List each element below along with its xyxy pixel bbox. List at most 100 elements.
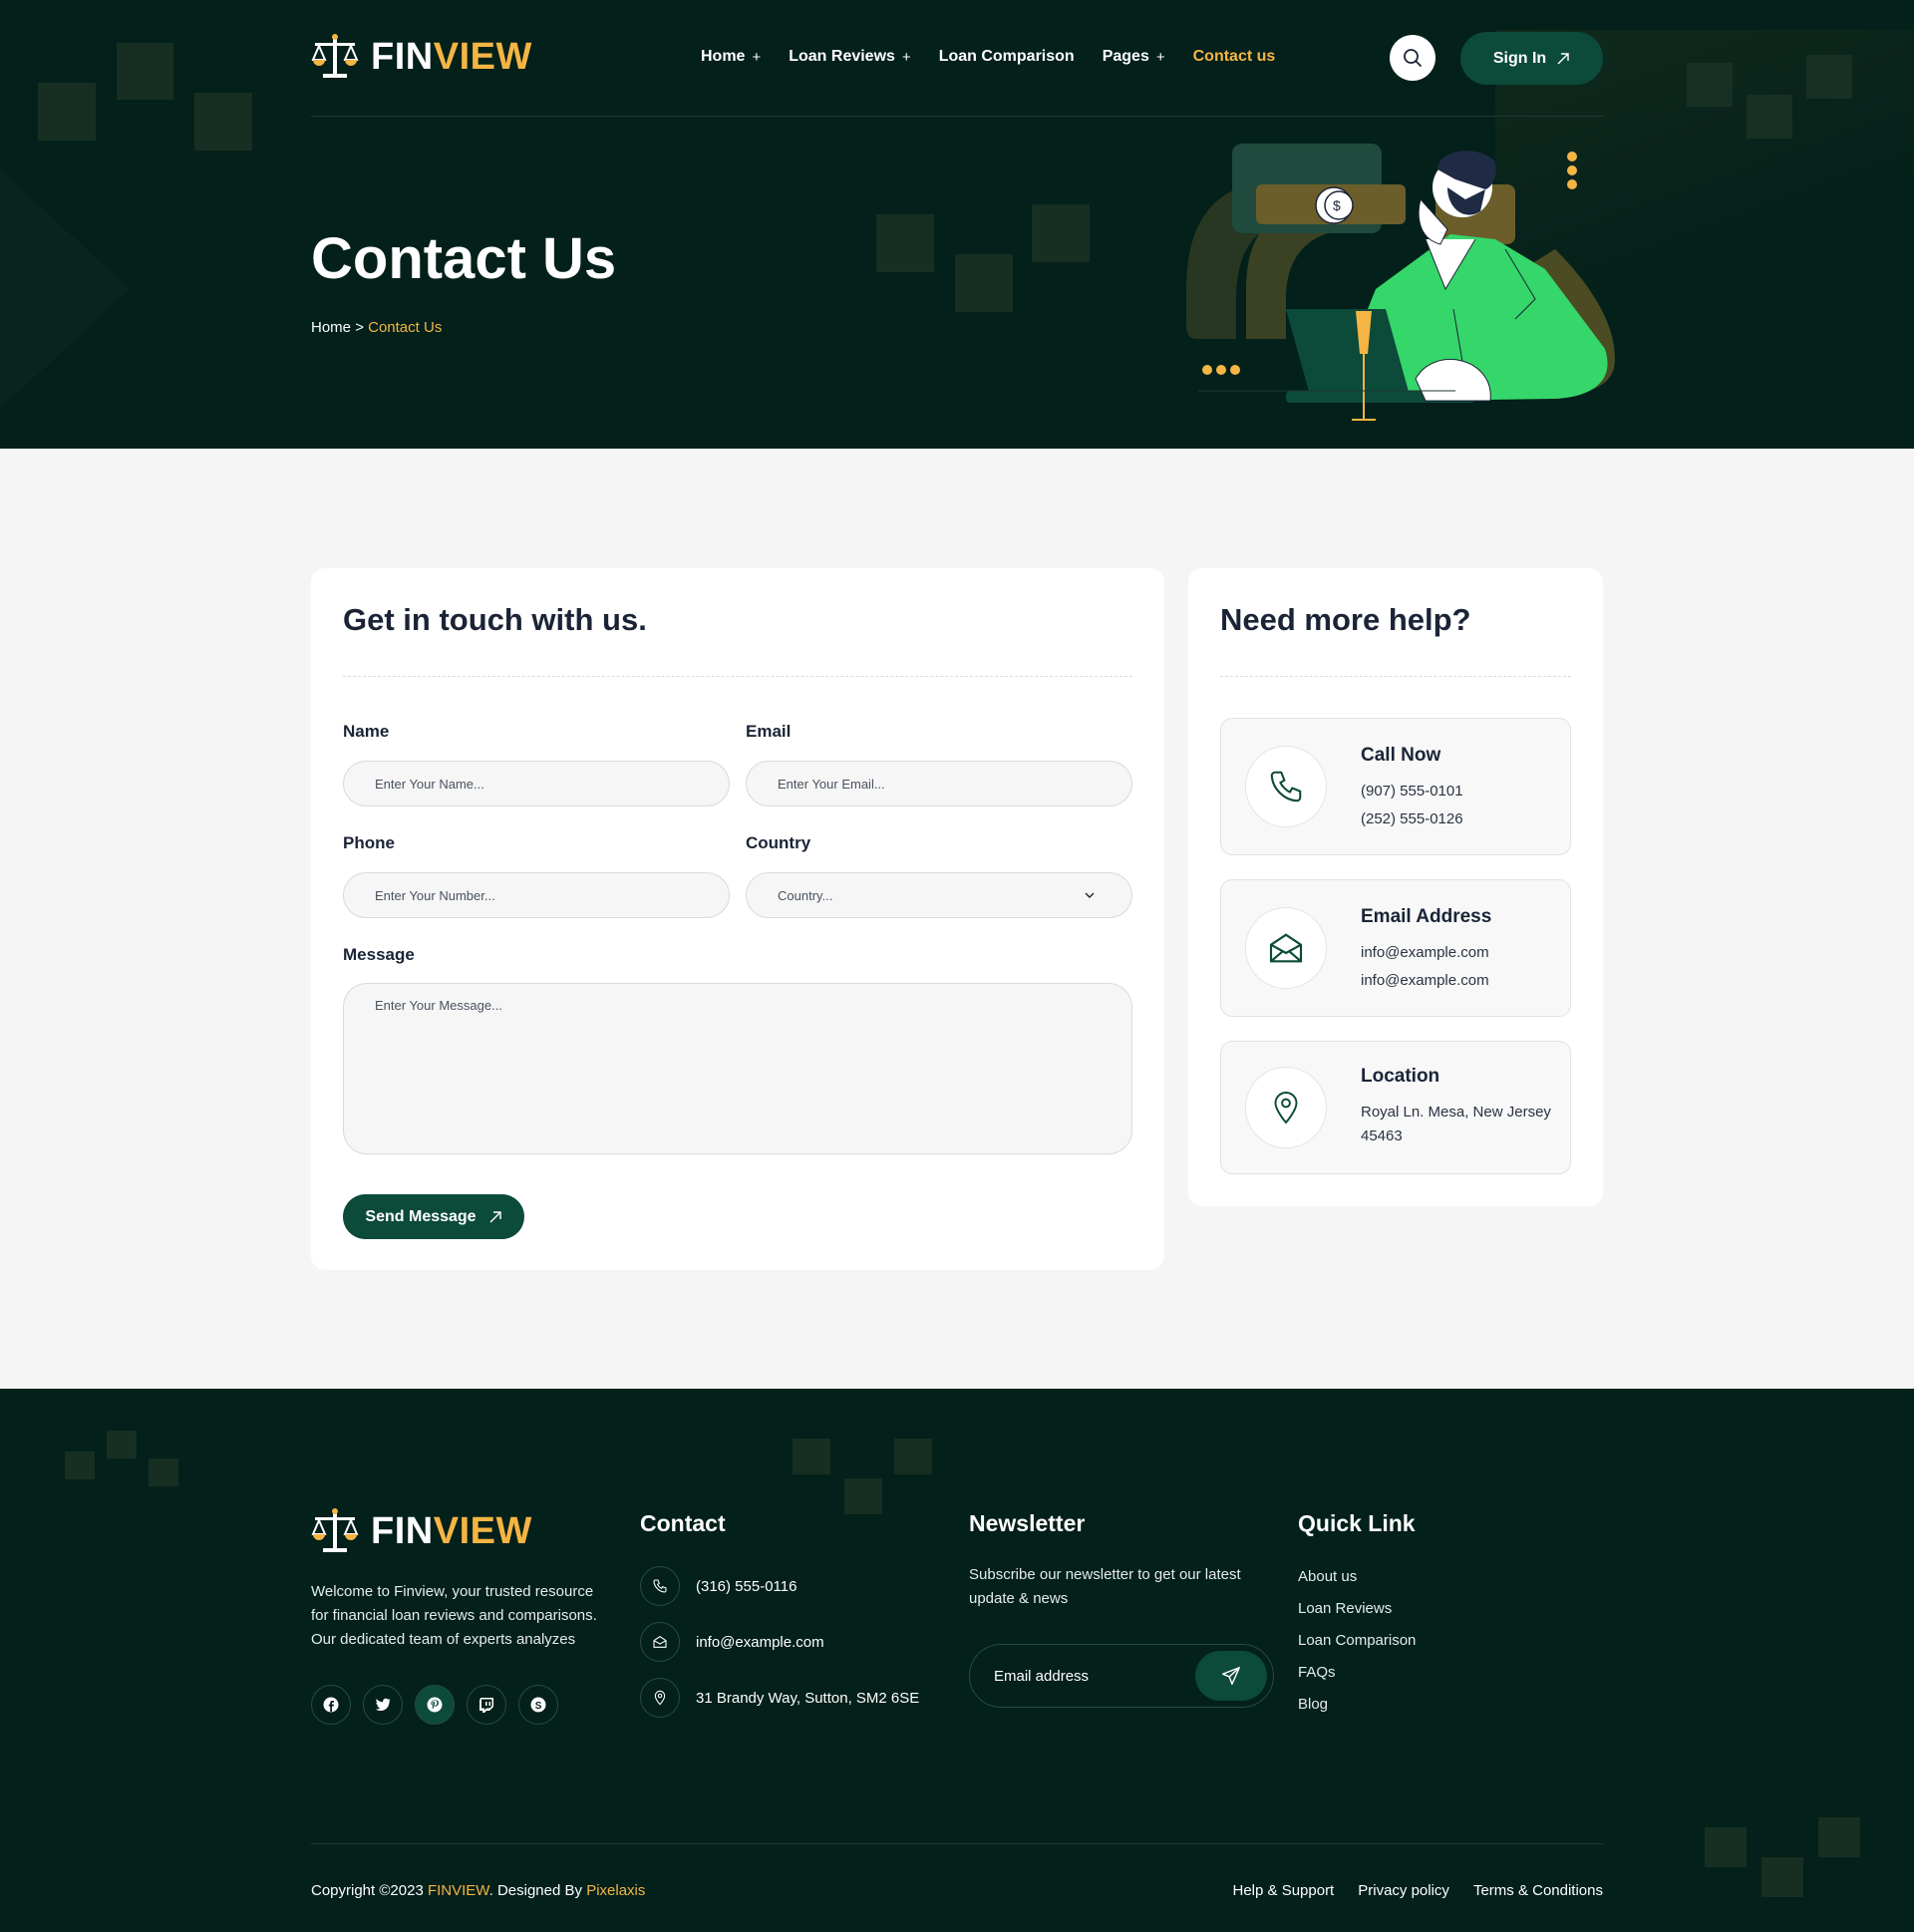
nav-item-pages[interactable]: Pages + <box>1103 48 1165 66</box>
message-textarea[interactable]: Enter Your Message... <box>343 983 1132 1154</box>
pinterest-button[interactable] <box>415 1685 455 1725</box>
decor-square <box>194 93 252 151</box>
nav-item-contact-us[interactable]: Contact us <box>1193 48 1276 66</box>
decor-square <box>149 1458 178 1486</box>
pinterest-icon <box>427 1697 443 1713</box>
twitch-icon <box>479 1698 493 1713</box>
decor-square <box>1761 1857 1803 1897</box>
map-pin-icon <box>1274 1092 1298 1125</box>
footer-contact-title: Contact <box>640 1510 726 1536</box>
email-line-2[interactable]: info@example.com <box>1361 972 1489 989</box>
logo-text: FINVIEW <box>371 1509 532 1552</box>
contact-form-card: Get in touch with us. Name Enter Your Na… <box>311 568 1164 1270</box>
phone-icon-circle <box>1245 746 1327 827</box>
main-nav: Home + Loan Reviews + Loan Comparison Page… <box>701 48 1303 66</box>
hero-section: FINVIEW Home + Loan Reviews + Loan Compari… <box>0 0 1914 449</box>
send-icon <box>1222 1667 1240 1685</box>
phone-icon-circle <box>640 1566 680 1606</box>
call-phone-1[interactable]: (907) 555-0101 <box>1361 783 1463 800</box>
nav-item-home[interactable]: Home + <box>701 48 761 66</box>
sign-in-button[interactable]: Sign In <box>1460 32 1603 85</box>
call-now-title: Call Now <box>1361 745 1441 766</box>
email-input[interactable]: Enter Your Email... <box>746 761 1132 806</box>
site-logo[interactable]: FINVIEW <box>311 34 532 80</box>
send-message-button[interactable]: Send Message <box>343 1194 524 1239</box>
email-label: Email <box>746 722 792 741</box>
skype-icon: S <box>530 1697 546 1713</box>
email-box: Email Address info@example.com info@exam… <box>1220 879 1571 1017</box>
footer-email[interactable]: info@example.com <box>640 1622 824 1662</box>
phone-icon <box>1270 771 1302 803</box>
copyright: Copyright ©2023 FINVIEW. Designed By Pix… <box>311 1882 646 1899</box>
footer-phone[interactable]: (316) 555-0116 <box>640 1566 797 1606</box>
breadcrumb-home[interactable]: Home <box>311 319 351 336</box>
newsletter-email-input[interactable]: Email address <box>994 1668 1089 1685</box>
name-input[interactable]: Enter Your Name... <box>343 761 730 806</box>
decor-square <box>876 214 934 272</box>
arrow-up-right-icon <box>489 1210 501 1222</box>
phone-placeholder: Enter Your Number... <box>375 887 495 903</box>
svg-text:S: S <box>535 1701 542 1712</box>
legal-links: Help & Support Privacy policy Terms & Co… <box>1233 1882 1604 1899</box>
footer-about: Welcome to Finview, your trusted resourc… <box>311 1583 597 1648</box>
facebook-button[interactable] <box>311 1685 351 1725</box>
quick-link-loan-comparison[interactable]: Loan Comparison <box>1298 1632 1416 1649</box>
newsletter-form: Email address <box>969 1644 1274 1708</box>
nav-item-loan-comparison[interactable]: Loan Comparison <box>939 48 1075 66</box>
footer-divider <box>311 1843 1603 1844</box>
arrow-up-right-icon <box>1557 52 1569 64</box>
site-footer: FINVIEW Welcome to Finview, your trusted… <box>0 1389 1914 1932</box>
form-title: Get in touch with us. <box>343 602 647 637</box>
hero-illustration: $ <box>1186 144 1615 421</box>
decor-square <box>793 1439 830 1474</box>
email-address-title: Email Address <box>1361 906 1492 927</box>
name-placeholder: Enter Your Name... <box>375 776 484 792</box>
decor-square <box>117 43 173 100</box>
mail-icon-circle <box>1245 907 1327 989</box>
footer-address-text: 31 Brandy Way, Sutton, SM2 6SE <box>696 1689 920 1707</box>
skype-button[interactable]: S <box>518 1685 558 1725</box>
phone-input[interactable]: Enter Your Number... <box>343 872 730 918</box>
mail-icon-circle <box>640 1622 680 1662</box>
quick-link-loan-reviews[interactable]: Loan Reviews <box>1298 1600 1392 1617</box>
help-title: Need more help? <box>1220 602 1471 637</box>
twitter-icon <box>375 1698 391 1711</box>
breadcrumb-current: Contact Us <box>368 319 443 336</box>
call-phone-2[interactable]: (252) 555-0126 <box>1361 810 1463 827</box>
quick-link-blog[interactable]: Blog <box>1298 1696 1328 1713</box>
logo-text: FINVIEW <box>371 35 532 78</box>
twitter-button[interactable] <box>363 1685 403 1725</box>
country-label: Country <box>746 833 811 852</box>
facebook-icon <box>323 1697 339 1713</box>
divider <box>1220 676 1571 677</box>
email-line-1[interactable]: info@example.com <box>1361 944 1489 961</box>
quick-link-about-us[interactable]: About us <box>1298 1568 1357 1585</box>
twitch-button[interactable] <box>467 1685 506 1725</box>
newsletter-submit-button[interactable] <box>1195 1651 1267 1701</box>
decor-square <box>1705 1827 1747 1867</box>
page-title: Contact Us <box>311 226 617 291</box>
quick-link-faqs[interactable]: FAQs <box>1298 1664 1336 1681</box>
footer-logo[interactable]: FINVIEW <box>311 1508 532 1554</box>
name-label: Name <box>343 722 390 741</box>
call-now-box: Call Now (907) 555-0101 (252) 555-0126 <box>1220 718 1571 855</box>
breadcrumb: Home > Contact Us <box>311 319 442 336</box>
decor-square <box>38 83 96 141</box>
footer-address: 31 Brandy Way, Sutton, SM2 6SE <box>640 1678 919 1718</box>
quick-link-title: Quick Link <box>1298 1510 1416 1536</box>
chevron-down-icon <box>1085 892 1095 898</box>
terms-conditions-link[interactable]: Terms & Conditions <box>1473 1882 1603 1899</box>
decor-square <box>894 1439 932 1474</box>
decor-square <box>844 1478 882 1514</box>
nav-item-loan-reviews[interactable]: Loan Reviews + <box>789 48 910 66</box>
country-select[interactable]: Country... <box>746 872 1132 918</box>
envelope-open-icon <box>653 1636 667 1648</box>
copyright-brand-link[interactable]: FINVIEW <box>428 1882 489 1899</box>
privacy-policy-link[interactable]: Privacy policy <box>1358 1882 1449 1899</box>
help-support-link[interactable]: Help & Support <box>1233 1882 1335 1899</box>
divider <box>343 676 1132 677</box>
designer-link[interactable]: Pixelaxis <box>586 1882 645 1899</box>
search-button[interactable] <box>1390 35 1436 81</box>
location-icon-circle <box>1245 1067 1327 1148</box>
decor-square <box>1818 1817 1860 1857</box>
